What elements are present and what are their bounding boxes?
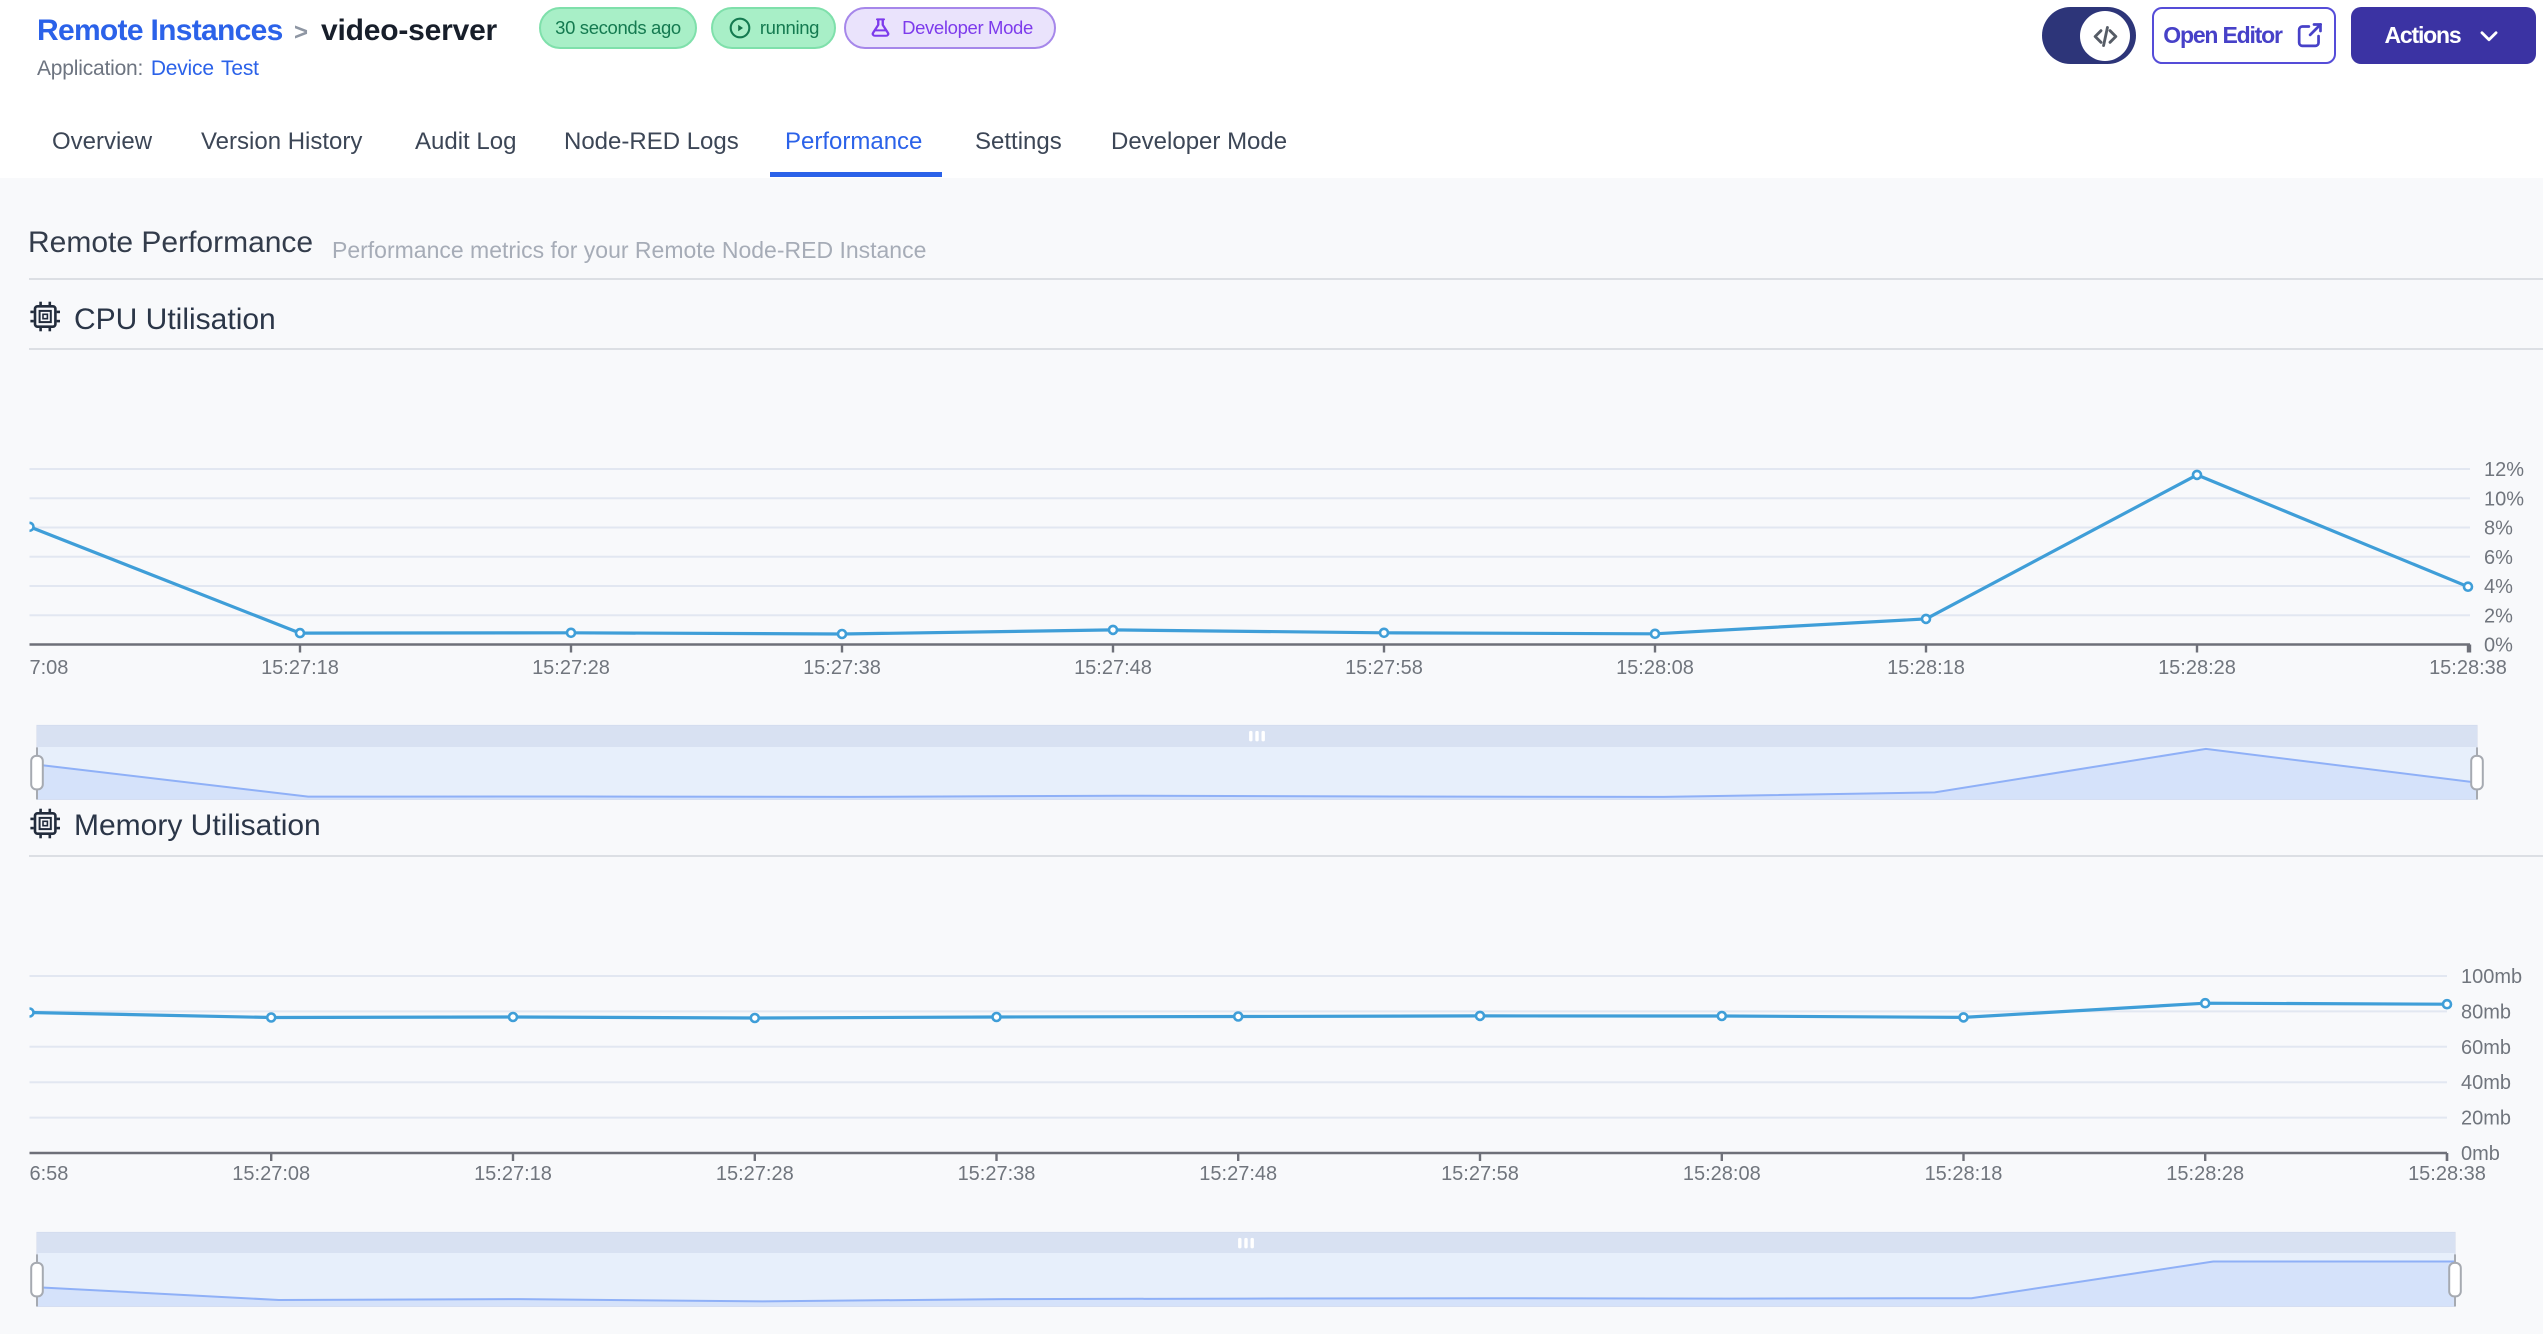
svg-text:15:27:28: 15:27:28 — [532, 657, 610, 679]
svg-text:15:27:38: 15:27:38 — [803, 657, 881, 679]
svg-text:15:28:38: 15:28:38 — [2429, 657, 2507, 679]
svg-text:15:27:58: 15:27:58 — [1345, 657, 1423, 679]
svg-text:0mb: 0mb — [2461, 1143, 2500, 1165]
svg-text:20mb: 20mb — [2461, 1108, 2511, 1130]
svg-text:15:27:38: 15:27:38 — [958, 1163, 1036, 1185]
svg-text:4%: 4% — [2484, 576, 2513, 598]
svg-text:0%: 0% — [2484, 635, 2513, 657]
svg-text:15:28:18: 15:28:18 — [1887, 657, 1965, 679]
svg-text:80mb: 80mb — [2461, 1001, 2511, 1023]
svg-text:2%: 2% — [2484, 605, 2513, 627]
svg-text:15:28:28: 15:28:28 — [2158, 657, 2236, 679]
svg-text:7:08: 7:08 — [30, 657, 69, 679]
svg-text:15:27:48: 15:27:48 — [1074, 657, 1152, 679]
svg-text:15:28:18: 15:28:18 — [1925, 1163, 2003, 1185]
svg-text:15:28:28: 15:28:28 — [2166, 1163, 2244, 1185]
svg-text:60mb: 60mb — [2461, 1037, 2511, 1059]
svg-text:6%: 6% — [2484, 547, 2513, 569]
svg-text:15:27:08: 15:27:08 — [232, 1163, 310, 1185]
svg-text:15:27:18: 15:27:18 — [261, 657, 339, 679]
svg-text:15:27:28: 15:27:28 — [716, 1163, 794, 1185]
svg-text:15:28:38: 15:28:38 — [2408, 1163, 2486, 1185]
svg-text:15:27:58: 15:27:58 — [1441, 1163, 1519, 1185]
svg-text:12%: 12% — [2484, 459, 2524, 481]
svg-text:15:28:08: 15:28:08 — [1683, 1163, 1761, 1185]
svg-text:8%: 8% — [2484, 518, 2513, 540]
svg-text:6:58: 6:58 — [30, 1163, 69, 1185]
svg-text:15:27:18: 15:27:18 — [474, 1163, 552, 1185]
svg-text:10%: 10% — [2484, 488, 2524, 510]
svg-text:15:27:48: 15:27:48 — [1199, 1163, 1277, 1185]
svg-text:15:28:08: 15:28:08 — [1616, 657, 1694, 679]
svg-text:100mb: 100mb — [2461, 966, 2522, 988]
svg-text:40mb: 40mb — [2461, 1072, 2511, 1094]
